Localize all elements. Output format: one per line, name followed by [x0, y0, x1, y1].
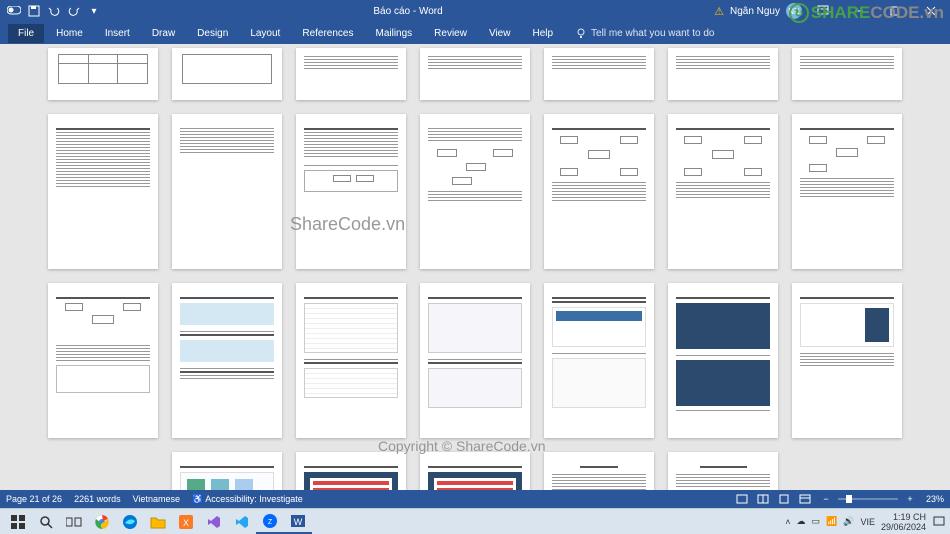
qat-customize-icon[interactable]: ▾ [86, 3, 102, 19]
tray-language[interactable]: VIE [860, 517, 875, 527]
xampp-icon[interactable]: X [172, 510, 200, 534]
tray-clock[interactable]: 1:19 CH 29/06/2024 [881, 512, 926, 532]
page-indicator[interactable]: Page 21 of 26 [6, 494, 62, 504]
quick-access-toolbar: ▾ [0, 3, 102, 19]
tab-references[interactable]: References [292, 24, 363, 43]
tab-home[interactable]: Home [46, 24, 93, 43]
zoom-out-icon[interactable]: − [817, 492, 835, 506]
status-bar: Page 21 of 26 2261 words Vietnamese ♿ Ac… [0, 490, 950, 508]
focus-mode-icon[interactable] [733, 492, 751, 506]
autosave-toggle[interactable] [6, 3, 22, 19]
tab-review[interactable]: Review [424, 24, 477, 43]
tab-mailings[interactable]: Mailings [365, 24, 422, 43]
web-layout-icon[interactable] [796, 492, 814, 506]
svg-text:X: X [183, 518, 189, 528]
warning-icon[interactable]: ⚠ [714, 5, 724, 18]
read-mode-icon[interactable] [754, 492, 772, 506]
page-thumbnail[interactable] [48, 48, 158, 100]
redo-icon[interactable] [66, 3, 82, 19]
page-thumbnail[interactable] [668, 452, 778, 490]
page-thumbnail[interactable] [172, 452, 282, 490]
tray-date: 29/06/2024 [881, 522, 926, 532]
page-thumbnail[interactable] [420, 114, 530, 269]
task-view-icon[interactable] [60, 510, 88, 534]
document-title: Báo cáo - Word [102, 6, 714, 17]
tray-battery-icon[interactable]: ▭ [811, 516, 820, 527]
tray-chevron-icon[interactable]: ˄ [785, 517, 790, 527]
tell-me-label: Tell me what you want to do [591, 28, 714, 39]
accessibility-status[interactable]: ♿ Accessibility: Investigate [192, 494, 303, 505]
tab-view[interactable]: View [479, 24, 521, 43]
tab-file[interactable]: File [8, 24, 44, 43]
tab-insert[interactable]: Insert [95, 24, 140, 43]
page-thumbnail[interactable] [420, 452, 530, 490]
accessibility-label: Accessibility: Investigate [205, 494, 303, 504]
file-explorer-icon[interactable] [144, 510, 172, 534]
user-name[interactable]: Ngân Nguy [730, 6, 780, 17]
vscode-icon[interactable] [228, 510, 256, 534]
visual-studio-icon[interactable] [200, 510, 228, 534]
tab-design[interactable]: Design [187, 24, 238, 43]
svg-text:W: W [294, 517, 303, 527]
tab-help[interactable]: Help [522, 24, 563, 43]
page-thumbnail[interactable] [792, 48, 902, 100]
thumbnail-row [48, 452, 902, 490]
page-thumbnail[interactable] [668, 283, 778, 438]
zoom-in-icon[interactable]: + [901, 492, 919, 506]
undo-icon[interactable] [46, 3, 62, 19]
print-layout-icon[interactable] [775, 492, 793, 506]
page-thumbnail[interactable] [420, 283, 530, 438]
page-thumbnail[interactable] [792, 114, 902, 269]
tab-layout[interactable]: Layout [240, 24, 290, 43]
word-count[interactable]: 2261 words [74, 494, 121, 504]
bulb-icon [575, 27, 587, 39]
language-indicator[interactable]: Vietnamese [133, 494, 180, 504]
tray-notifications-icon[interactable] [932, 515, 946, 529]
chrome-icon[interactable] [88, 510, 116, 534]
tell-me-search[interactable]: Tell me what you want to do [575, 27, 714, 39]
page-thumbnail[interactable] [544, 283, 654, 438]
thumbnail-row [48, 48, 902, 100]
search-icon[interactable] [32, 510, 60, 534]
zoom-slider[interactable] [838, 498, 898, 500]
page-thumbnail[interactable] [48, 283, 158, 438]
tray-cloud-icon[interactable]: ☁ [796, 516, 805, 527]
page-thumbnail[interactable] [48, 114, 158, 269]
page-thumbnail[interactable] [792, 283, 902, 438]
zoom-level[interactable]: 23% [926, 494, 944, 504]
save-icon[interactable] [26, 3, 42, 19]
edge-icon[interactable] [116, 510, 144, 534]
page-thumbnail[interactable] [296, 114, 406, 269]
windows-taskbar: X Z W ˄ ☁ ▭ 📶 🔊 VIE 1:19 CH 29/06/2024 [0, 508, 950, 534]
page-thumbnail[interactable] [544, 48, 654, 100]
page-thumbnail[interactable] [172, 48, 282, 100]
thumbnail-row [48, 114, 902, 269]
page-thumbnail[interactable] [668, 114, 778, 269]
word-taskbar-icon[interactable]: W [284, 510, 312, 534]
logo-text-green: SHARE [811, 3, 871, 23]
logo-icon: ↻ [789, 3, 809, 23]
page-thumbnail[interactable] [296, 48, 406, 100]
tray-time: 1:19 CH [893, 512, 926, 522]
tray-wifi-icon[interactable]: 📶 [826, 516, 837, 527]
thumbnail-row [48, 283, 902, 438]
page-thumbnail[interactable] [420, 48, 530, 100]
page-thumbnail[interactable] [544, 452, 654, 490]
page-thumbnail[interactable] [296, 283, 406, 438]
page-thumbnail[interactable] [296, 452, 406, 490]
zalo-icon[interactable]: Z [256, 510, 284, 534]
page-thumbnail[interactable] [172, 283, 282, 438]
page-thumbnail[interactable] [668, 48, 778, 100]
page-thumbnail[interactable] [172, 114, 282, 269]
start-button[interactable] [4, 510, 32, 534]
tray-volume-icon[interactable]: 🔊 [843, 516, 854, 527]
system-tray: ˄ ☁ ▭ 📶 🔊 VIE 1:19 CH 29/06/2024 [785, 512, 946, 532]
ribbon-tabs: File Home Insert Draw Design Layout Refe… [0, 22, 950, 44]
document-canvas[interactable]: ShareCode.vn Copyright © ShareCode.vn [0, 44, 950, 490]
tab-draw[interactable]: Draw [142, 24, 185, 43]
logo-text-gray: CODE.vn [870, 3, 944, 23]
page-thumbnail[interactable] [544, 114, 654, 269]
sharecode-logo: ↻ SHARECODE.vn [789, 3, 944, 23]
svg-text:Z: Z [268, 519, 273, 526]
